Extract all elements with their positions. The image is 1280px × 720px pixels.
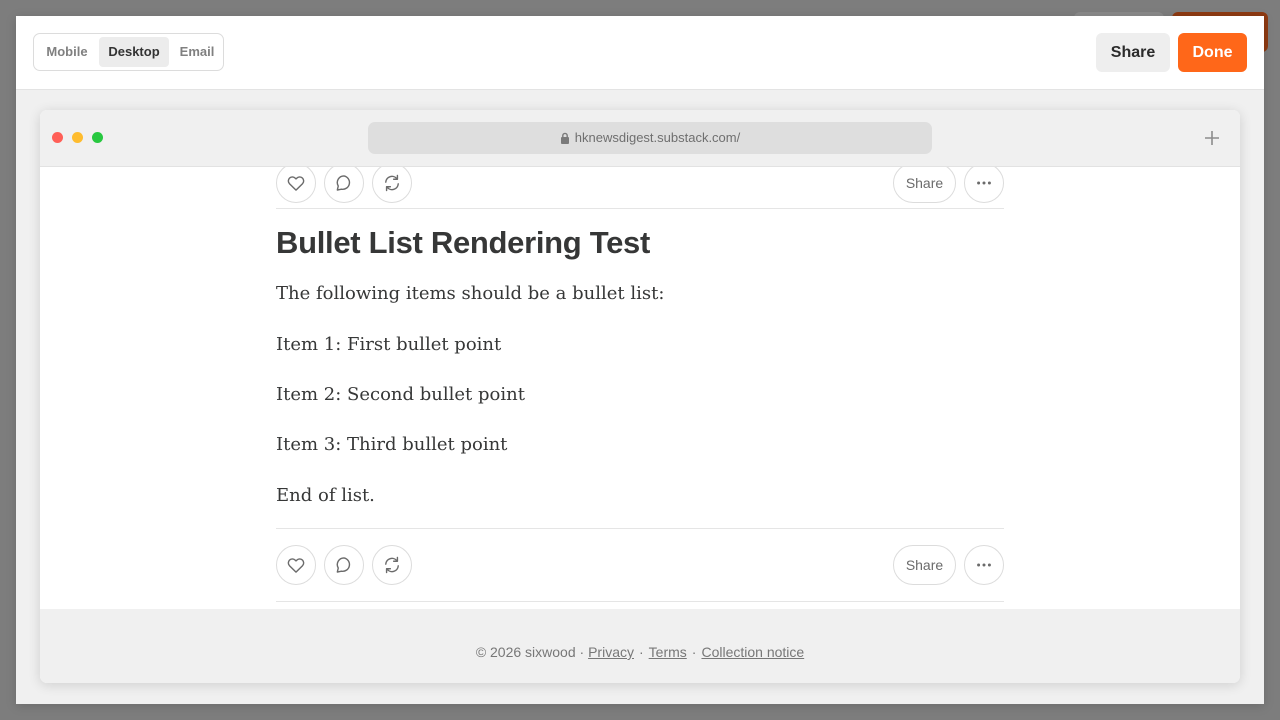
- restack-button[interactable]: [372, 167, 412, 203]
- more-options-button[interactable]: [964, 545, 1004, 585]
- comment-icon: [336, 175, 351, 191]
- more-icon: [977, 181, 991, 185]
- post-action-row-top: Share: [276, 167, 1004, 203]
- restack-button[interactable]: [372, 545, 412, 585]
- mode-desktop-button[interactable]: Desktop: [99, 37, 169, 67]
- minimize-window-icon: [72, 132, 83, 143]
- post-title: Bullet List Rendering Test: [276, 225, 650, 260]
- more-options-button[interactable]: [964, 167, 1004, 203]
- list-item: Item 2: Second bullet point: [276, 384, 525, 405]
- heart-icon: [287, 558, 305, 573]
- url-text: hknewsdigest.substack.com/: [574, 130, 741, 145]
- like-button[interactable]: [276, 167, 316, 203]
- post-page: Share Bullet List Rendering Test The fol…: [40, 167, 1240, 609]
- divider: [276, 208, 1004, 209]
- mode-mobile-button[interactable]: Mobile: [38, 37, 96, 67]
- list-item: Item 1: First bullet point: [276, 334, 502, 355]
- comment-button[interactable]: [324, 167, 364, 203]
- heart-icon: [287, 176, 305, 191]
- restack-icon: [385, 556, 399, 574]
- post-outro-paragraph: End of list.: [276, 485, 375, 506]
- mode-email-button[interactable]: Email: [172, 37, 222, 67]
- footer-separator: ·: [638, 644, 644, 660]
- post-action-row-bottom: Share: [276, 545, 1004, 585]
- plus-icon[interactable]: [1202, 126, 1222, 150]
- list-item: Item 3: Third bullet point: [276, 434, 508, 455]
- preview-mode-switcher: Mobile Desktop Email: [33, 33, 224, 71]
- lock-icon: [560, 132, 569, 144]
- copyright-text: © 2026 sixwood ·: [475, 644, 585, 660]
- footer-separator: ·: [691, 644, 697, 660]
- browser-chrome: hknewsdigest.substack.com/: [40, 110, 1240, 167]
- share-button[interactable]: Share: [1096, 33, 1170, 72]
- more-icon: [977, 563, 991, 567]
- collection-notice-link[interactable]: Collection notice: [701, 644, 804, 660]
- preview-toolbar: Mobile Desktop Email Share Done: [16, 16, 1264, 90]
- close-window-icon: [52, 132, 63, 143]
- divider: [276, 601, 1004, 602]
- preview-modal: Mobile Desktop Email Share Done hknewsdi…: [16, 16, 1264, 704]
- browser-preview-window: hknewsdigest.substack.com/ Share Bullet …: [40, 110, 1240, 683]
- terms-link[interactable]: Terms: [649, 644, 687, 660]
- restack-icon: [385, 174, 399, 192]
- comment-icon: [336, 557, 351, 573]
- comment-button[interactable]: [324, 545, 364, 585]
- done-button[interactable]: Done: [1178, 33, 1247, 72]
- privacy-link[interactable]: Privacy: [588, 644, 634, 660]
- post-share-button[interactable]: Share: [893, 167, 956, 203]
- like-button[interactable]: [276, 545, 316, 585]
- post-intro-paragraph: The following items should be a bullet l…: [276, 283, 665, 304]
- divider: [276, 528, 1004, 529]
- post-share-button[interactable]: Share: [893, 545, 956, 585]
- address-bar: hknewsdigest.substack.com/: [368, 122, 932, 154]
- maximize-window-icon: [92, 132, 103, 143]
- site-footer: © 2026 sixwood · Privacy · Terms · Collectio…: [40, 609, 1240, 683]
